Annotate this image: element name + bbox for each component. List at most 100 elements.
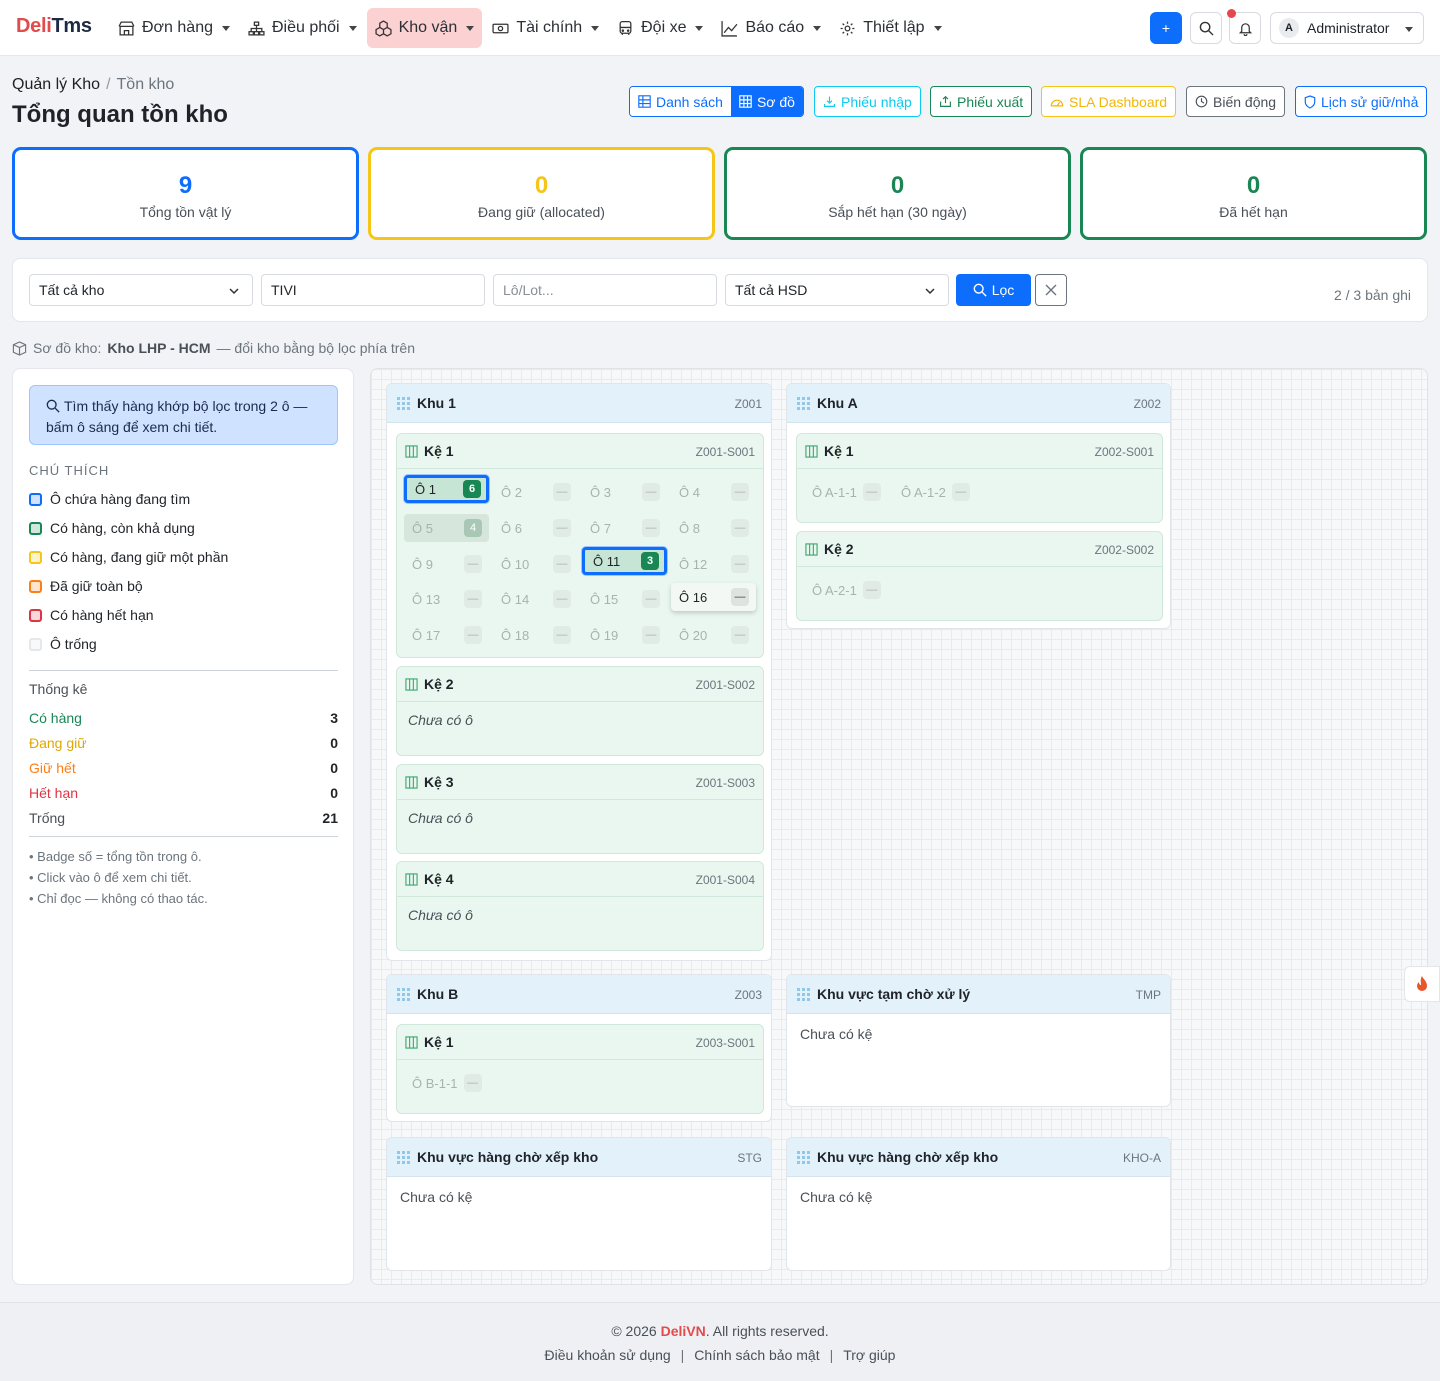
help-link[interactable]: Trợ giúp [843, 1347, 895, 1363]
shelf-name: Kệ 3 [424, 774, 454, 790]
app-logo[interactable]: DeliTms [16, 15, 92, 38]
cell-label: Ô 3 [590, 484, 611, 500]
zone-empty-text: Chưa có kệ [800, 1026, 873, 1042]
view-map-button[interactable]: Sơ đồ [730, 87, 803, 116]
cell-badge: — [553, 626, 571, 644]
zone-tmp: Khu vực tạm chờ xử lý TMP Chưa có kệ [786, 974, 1171, 1107]
cell-item[interactable]: Ô 4 — [671, 478, 756, 506]
user-name: Administrator [1307, 20, 1390, 36]
cell-item[interactable]: Ô 18 — [493, 621, 578, 649]
zone-grid-icon [397, 396, 410, 410]
map-note-prefix: Sơ đồ kho: [33, 340, 102, 356]
legend-item: Có hàng hết hạn [29, 607, 154, 623]
grid-icon [739, 95, 752, 108]
view-list-button[interactable]: Danh sách [630, 87, 731, 116]
cell-item[interactable]: Ô 9 — [404, 550, 489, 578]
cell-badge: — [642, 519, 660, 537]
cell-item[interactable]: Ô 12 — [671, 550, 756, 578]
footer: © 2026 DeliVN. All rights reserved. Điều… [0, 1302, 1440, 1381]
breadcrumb-root[interactable]: Quản lý Kho [12, 76, 100, 93]
nav-settings[interactable]: Thiết lập [831, 8, 949, 48]
cell-item[interactable]: Ô 1 6 [404, 475, 489, 503]
user-menu[interactable]: A Administrator [1270, 12, 1424, 44]
terms-link[interactable]: Điều khoản sử dụng [545, 1347, 671, 1363]
box-icon [12, 340, 27, 356]
zone-grid-icon [797, 396, 810, 410]
zone-grid-icon [797, 1150, 810, 1164]
cell-item[interactable]: Ô 20 — [671, 621, 756, 649]
expiry-select[interactable]: Tất cả HSD [725, 274, 949, 306]
cell-item[interactable]: Ô 5 4 [404, 514, 489, 542]
cell-b-1-1[interactable]: Ô B-1-1 — [412, 1069, 482, 1097]
cell-badge: — [553, 590, 571, 608]
cell-label: Ô A-1-2 [901, 484, 946, 500]
legend-title: CHÚ THÍCH [29, 463, 110, 478]
nav-warehouse-label: Kho vận [398, 19, 458, 36]
stat-label: Đã hết hạn [1219, 204, 1288, 220]
search-button[interactable] [1190, 12, 1222, 44]
nav-orders[interactable]: Đơn hàng [110, 8, 238, 48]
sla-dashboard-button[interactable]: SLA Dashboard [1041, 86, 1177, 117]
privacy-link[interactable]: Chính sách bảo mật [694, 1347, 819, 1363]
cell-badge: 4 [464, 519, 482, 537]
import-button[interactable]: Phiếu nhập [814, 86, 921, 117]
debug-toolbar-toggle[interactable] [1404, 966, 1440, 1002]
cell-item[interactable]: Ô 15 — [582, 585, 667, 613]
lot-input[interactable]: Lô/Lot... [493, 274, 717, 306]
cell-item[interactable]: Ô 8 — [671, 514, 756, 542]
nav-warehouse[interactable]: Kho vận [366, 8, 483, 48]
stat-row-value: 0 [330, 735, 338, 751]
cell-badge: — [731, 555, 749, 573]
cell-a-2-1[interactable]: Ô A-2-1 — [812, 576, 881, 604]
nav-fleet[interactable]: Đội xe [609, 8, 711, 48]
cell-a-1-1[interactable]: Ô A-1-1 — [812, 478, 881, 506]
shelf-columns-icon [805, 542, 818, 556]
product-input[interactable]: TIVI [261, 274, 485, 306]
cell-item[interactable]: Ô 2 — [493, 478, 578, 506]
cell-item[interactable]: Ô 10 — [493, 550, 578, 578]
quick-add-button[interactable]: + [1150, 12, 1182, 44]
zone-code: TMP [1135, 988, 1161, 1002]
export-button[interactable]: Phiếu xuất [930, 86, 1033, 117]
cell-item[interactable]: Ô 3 — [582, 478, 667, 506]
shelf-name: Kệ 2 [424, 676, 454, 692]
cell-item[interactable]: Ô 16 — [671, 583, 756, 611]
nav-reports[interactable]: Báo cáo [713, 8, 829, 48]
zone-header: Khu vực hàng chờ xếp kho STG [387, 1138, 771, 1177]
shelf-columns-icon [405, 1035, 418, 1049]
cell-badge: — [731, 588, 749, 606]
divider [29, 670, 338, 671]
cell-badge: — [553, 555, 571, 573]
shelf-name: Kệ 1 [824, 443, 854, 459]
cell-item[interactable]: Ô 11 3 [582, 547, 667, 575]
filter-button[interactable]: Lọc [956, 274, 1031, 306]
top-navbar: DeliTms Đơn hàng Điều phối Kho vận Tài c… [0, 0, 1440, 56]
cell-item[interactable]: Ô 19 — [582, 621, 667, 649]
legend-label: Có hàng hết hạn [50, 607, 154, 623]
divider [29, 836, 338, 837]
chevron-down-icon [813, 25, 822, 31]
clear-filter-button[interactable] [1035, 274, 1067, 306]
copyright-year: © 2026 [611, 1323, 657, 1339]
cell-a-1-2[interactable]: Ô A-1-2 — [901, 478, 970, 506]
stat-value: 0 [1246, 172, 1261, 199]
nav-finance[interactable]: Tài chính [484, 8, 607, 48]
nav-dispatch[interactable]: Điều phối [240, 8, 365, 48]
warehouse-select[interactable]: Tất cả kho [29, 274, 253, 306]
movement-button[interactable]: Biến động [1186, 86, 1286, 117]
shelf-header: Kệ 3 Z001-S003 [397, 765, 763, 800]
cell-item[interactable]: Ô 13 — [404, 585, 489, 613]
cell-item[interactable]: Ô 17 — [404, 621, 489, 649]
cell-badge: — [464, 590, 482, 608]
hold-history-button[interactable]: Lịch sử giữ/nhả [1295, 86, 1428, 117]
zone-code: Z003 [734, 988, 762, 1002]
stat-label: Tổng tồn vật lý [139, 204, 232, 220]
cell-label: Ô 5 [412, 520, 433, 536]
view-map-label: Sơ đồ [756, 93, 795, 110]
cell-item[interactable]: Ô 7 — [582, 514, 667, 542]
view-list-label: Danh sách [656, 93, 723, 110]
zone-code: Z002 [1133, 397, 1161, 411]
cell-item[interactable]: Ô 14 — [493, 585, 578, 613]
cell-item[interactable]: Ô 6 — [493, 514, 578, 542]
map-note-warehouse: Kho LHP - HCM [107, 340, 211, 356]
